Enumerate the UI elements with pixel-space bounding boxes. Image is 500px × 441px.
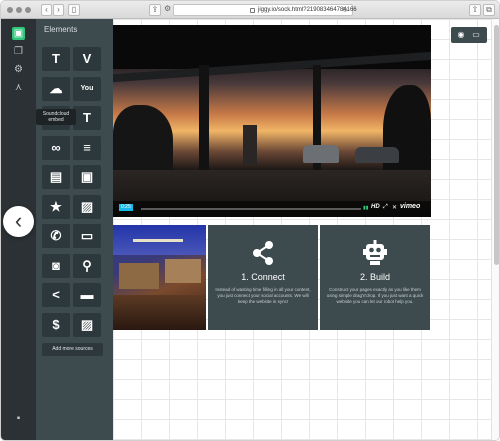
back-button[interactable]: ‹ [41, 4, 52, 16]
share-page-icon[interactable]: ⇧ [469, 4, 481, 16]
parked-car [303, 145, 339, 163]
station-pillar [199, 65, 209, 175]
desktop-view-icon[interactable]: ▭ [471, 30, 481, 40]
ceiling-light [133, 239, 183, 242]
feature-build[interactable]: 2. Build Construct your pages exactly as… [320, 225, 430, 330]
video-controls[interactable]: 0:25 ▮▮ HD ⤢ ✕ vimeo [113, 201, 431, 217]
settings-gear-icon[interactable]: ⚙ [12, 63, 25, 76]
extension-icon[interactable]: ⚙ [164, 4, 171, 16]
view-toggle: ◉ ▭ [451, 27, 487, 43]
preview-eye-icon[interactable]: ◉ [456, 30, 466, 40]
save-icon[interactable]: ▪ [12, 412, 25, 425]
pages-tool-icon[interactable]: ❐ [12, 45, 25, 58]
feature-description: Instead of wasting time filling in all y… [215, 287, 311, 304]
parked-car [355, 147, 399, 163]
tooltip: Soundcloud embed [36, 109, 76, 125]
video-time: 0:25 [119, 204, 133, 211]
feature-title: 2. Build [359, 272, 391, 282]
restaurant-photo[interactable] [113, 225, 206, 330]
phone-tile[interactable]: ✆ [42, 224, 70, 248]
chat-tile[interactable]: ▭ [73, 224, 101, 248]
feature-connect[interactable]: 1. Connect Instead of wasting time filli… [208, 225, 318, 330]
robot-icon [363, 240, 387, 265]
dining-tables [113, 295, 206, 330]
previous-slide-button[interactable]: ‹ [3, 206, 34, 237]
sidebar-toggle-icon[interactable]: ▯ [68, 4, 80, 16]
location-tile[interactable]: ⚲ [73, 253, 101, 278]
tree-silhouette [113, 105, 173, 175]
fullscreen-icon[interactable]: ⤢ [383, 204, 388, 211]
hotel-tile[interactable]: ▬ [73, 283, 101, 307]
address-bar[interactable]: jiggy.io/sock.html?219083464784166 ↻ [173, 4, 357, 16]
price-tile[interactable]: $ [42, 312, 70, 337]
comment-tile[interactable]: ▤ [42, 165, 70, 189]
vimeo-tile[interactable]: V [73, 47, 101, 71]
share-icon[interactable]: ⇪ [149, 4, 161, 16]
image-tile[interactable]: ▨ [73, 194, 101, 219]
vimeo-logo[interactable]: vimeo [400, 203, 420, 210]
youtube-tile[interactable]: You [73, 76, 101, 101]
star-tile[interactable]: ★ [42, 194, 70, 219]
instagram-tile[interactable]: ◙ [42, 253, 70, 278]
volume-icon[interactable]: ▮▮ [363, 205, 369, 211]
scrollbar-thumb[interactable] [494, 25, 499, 265]
elements-tool-icon[interactable]: ▣ [12, 27, 25, 40]
minimize-window-button[interactable] [16, 7, 22, 13]
scrollbar[interactable] [491, 19, 499, 440]
close-window-button[interactable] [7, 7, 13, 13]
forward-button[interactable]: › [53, 4, 64, 16]
add-more-sources-button[interactable]: Add more sources [42, 343, 103, 356]
hd-badge[interactable]: HD [371, 204, 380, 210]
picture-tile[interactable]: ▨ [73, 312, 101, 337]
zoom-window-button[interactable] [25, 7, 31, 13]
lock-icon [250, 8, 255, 13]
link-tile[interactable]: ∞ [42, 135, 70, 160]
browser-window: ‹ › ▯ ⇪ ⚙ jiggy.io/sock.html?21908346478… [0, 0, 500, 441]
panel-title: Elements [44, 25, 78, 34]
paragraph-tile[interactable]: ≡ [73, 135, 101, 160]
share-icon [253, 241, 273, 265]
feature-title: 1. Connect [241, 272, 285, 282]
reload-icon[interactable]: ↻ [342, 5, 348, 16]
gallery-tile[interactable]: ▣ [73, 165, 101, 189]
soundcloud-tile[interactable]: ☁ [42, 76, 70, 101]
kitchen-shelf [165, 259, 201, 283]
tabs-icon[interactable]: ⧉ [483, 4, 495, 16]
feature-description: Construct your pages exactly as you like… [326, 287, 424, 304]
fuel-pump [243, 125, 257, 165]
kitchen-counter [119, 263, 159, 289]
heading-tile[interactable]: T [73, 106, 101, 130]
video-embed[interactable]: 0:25 ▮▮ HD ⤢ ✕ vimeo [113, 25, 431, 217]
video-progress-bar[interactable] [141, 208, 361, 210]
text-tile[interactable]: T [42, 47, 70, 71]
browser-titlebar: ‹ › ▯ ⇪ ⚙ jiggy.io/sock.html?21908346478… [1, 1, 499, 19]
share-tile[interactable]: < [42, 283, 70, 307]
sitemap-icon[interactable]: ⋏ [12, 81, 25, 94]
expand-icon[interactable]: ✕ [392, 204, 397, 211]
